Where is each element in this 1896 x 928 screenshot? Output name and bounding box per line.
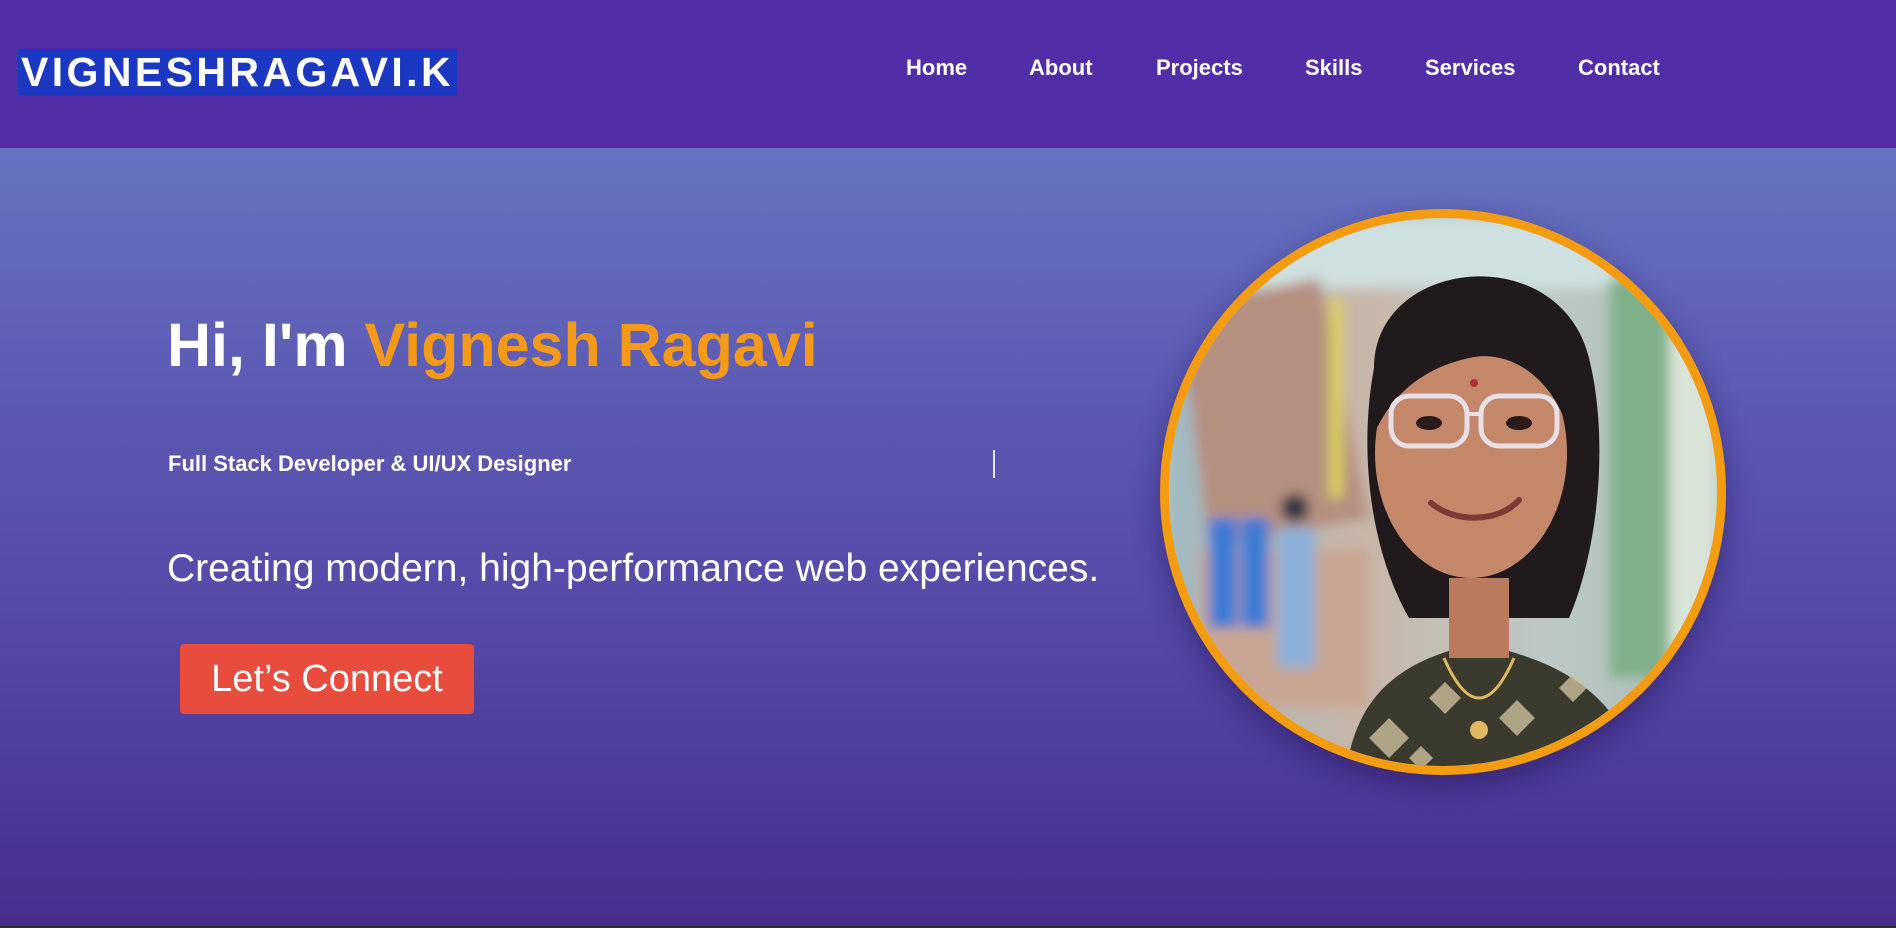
greeting-prefix: Hi, I'm	[167, 311, 365, 379]
hero-tagline: Creating modern, high-performance web ex…	[167, 547, 1100, 590]
site-logo[interactable]: VIGNESHRAGAVI.K	[18, 49, 457, 95]
nav-link-contact[interactable]: Contact	[1578, 54, 1660, 82]
lets-connect-button[interactable]: Let’s Connect	[180, 644, 474, 714]
hero-greeting: Hi, I'm Vignesh Ragavi	[167, 310, 818, 380]
nav-link-about[interactable]: About	[1029, 54, 1093, 82]
typing-cursor	[993, 450, 995, 478]
nav-link-home[interactable]: Home	[906, 54, 967, 82]
hero-role-text: Full Stack Developer & UI/UX Designer	[168, 451, 572, 476]
greeting-name: Vignesh Ragavi	[364, 311, 818, 379]
nav-link-services[interactable]: Services	[1425, 54, 1516, 82]
nav-link-projects[interactable]: Projects	[1156, 54, 1243, 82]
navbar: VIGNESHRAGAVI.K Home About Projects Skil…	[0, 0, 1896, 148]
profile-photo	[1160, 209, 1726, 775]
nav-link-skills[interactable]: Skills	[1305, 54, 1362, 82]
